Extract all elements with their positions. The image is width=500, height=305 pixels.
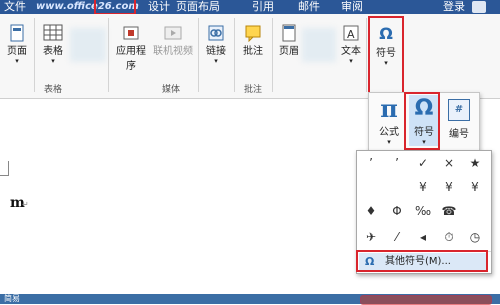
tab-file[interactable]: 文件 [4, 0, 26, 14]
symbol-ribbon-highlight [368, 16, 404, 94]
link-button[interactable]: 链接 ▾ [202, 24, 230, 65]
insert-tab-highlight [94, 0, 136, 15]
comment-icon [245, 25, 261, 42]
symbol-cell[interactable]: ♦ [359, 201, 383, 221]
symbol-cell[interactable]: ’ [359, 153, 383, 173]
svg-text:A: A [347, 28, 355, 41]
symbol-cell[interactable]: ◷ [463, 227, 487, 247]
symbol-cell[interactable]: ¥ [411, 177, 435, 197]
symbol-cell[interactable]: ⏱ [437, 227, 461, 247]
pages-button[interactable]: 页面 ▾ [4, 24, 30, 65]
table-icon [43, 24, 63, 41]
tab-mailings[interactable]: 邮件 [298, 0, 320, 14]
apps-icon [123, 26, 139, 40]
link-label: 链接 [206, 46, 226, 57]
equation-label: 公式 [379, 127, 399, 138]
divider [108, 18, 109, 92]
symbol-cell[interactable] [385, 177, 409, 197]
symbol-cell[interactable]: × [437, 153, 461, 173]
header-button[interactable]: 页眉 [276, 24, 302, 57]
apps-label: 应用程序 [116, 46, 146, 72]
header-icon [282, 24, 296, 42]
symbol-cell[interactable]: Φ [385, 201, 409, 221]
divider [34, 18, 35, 92]
symbol-cell[interactable]: ★ [463, 153, 487, 173]
taskbar-label: 简易 [4, 294, 20, 303]
divider [366, 18, 367, 92]
table-label: 表格 [43, 46, 63, 57]
tab-design[interactable]: 设计 [148, 0, 170, 14]
number-button[interactable]: # 编号 [445, 95, 473, 140]
media-group-label: 媒体 [162, 85, 181, 95]
symbol-cell[interactable]: ☎ [437, 201, 461, 221]
symbol-button-highlight [404, 92, 440, 150]
text-button[interactable]: A 文本 ▾ [338, 24, 364, 65]
table-group-label: 表格 [44, 85, 63, 95]
online-video-label: 联机视频 [153, 46, 193, 57]
margin-marker [0, 161, 9, 176]
equation-button[interactable]: π 公式 ▾ [375, 94, 403, 147]
symbol-cell[interactable]: ’ [385, 153, 409, 173]
online-video-button[interactable]: 联机视频 [152, 24, 194, 57]
blurred-region [302, 28, 336, 62]
symbol-cell[interactable]: ‰ [411, 201, 435, 221]
comment-label: 批注 [243, 46, 263, 57]
ribbon: 页面 ▾ 表格 ▾ 表格 应用程序 联机视频 媒体 链接 ▾ 批注 批注 页眉 [0, 14, 500, 99]
ribbon-tab-bar: 文件 www.office26.com 设计 页面布局 引用 邮件 审阅 登录 [0, 0, 500, 14]
paragraph-mark: ↵ [22, 200, 29, 209]
comment-group-label: 批注 [244, 85, 263, 95]
tab-references[interactable]: 引用 [252, 0, 274, 14]
text-box-icon: A [343, 25, 359, 41]
login-link[interactable]: 登录 [443, 0, 465, 14]
blurred-region [70, 28, 106, 62]
tab-page-layout[interactable]: 页面布局 [176, 0, 220, 14]
symbol-cell[interactable] [463, 201, 487, 221]
symbol-cell[interactable]: ⁄ [385, 227, 409, 247]
pi-icon: π [380, 94, 398, 123]
symbol-cell[interactable]: ¥ [437, 177, 461, 197]
divider [272, 18, 273, 92]
taskbar: 简易 [0, 294, 500, 305]
table-button[interactable]: 表格 ▾ [40, 24, 66, 65]
avatar[interactable] [472, 1, 486, 13]
link-icon [208, 25, 224, 41]
apps-button[interactable]: 应用程序 [112, 24, 150, 72]
comment-button[interactable]: 批注 [238, 24, 268, 57]
symbol-cell[interactable] [359, 177, 383, 197]
text-label: 文本 [341, 46, 361, 57]
symbol-cell[interactable]: ¥ [463, 177, 487, 197]
symbol-cell[interactable]: ✓ [411, 153, 435, 173]
header-label: 页眉 [279, 46, 299, 57]
tab-review[interactable]: 审阅 [341, 0, 363, 14]
divider [198, 18, 199, 92]
page-icon [10, 24, 24, 42]
symbol-cell[interactable]: ✈ [359, 227, 383, 247]
pages-label: 页面 [7, 46, 27, 57]
symbol-cell[interactable]: ◂ [411, 227, 435, 247]
number-label: 编号 [449, 129, 469, 140]
more-symbols-highlight [356, 250, 488, 272]
video-icon [164, 26, 182, 40]
number-icon: # [448, 99, 470, 121]
divider [234, 18, 235, 92]
